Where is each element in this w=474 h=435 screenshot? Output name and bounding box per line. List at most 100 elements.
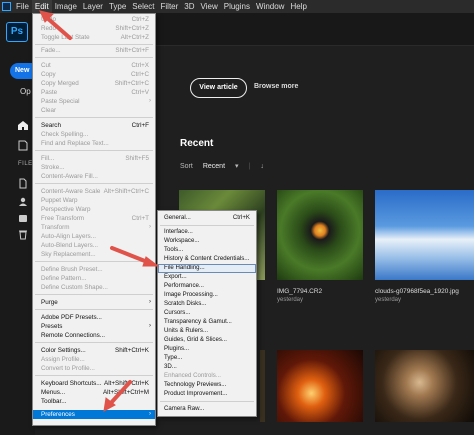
menu-item-content-aware-fill[interactable]: Content-Aware Fill...	[33, 172, 155, 181]
menu-item-auto-blend-layers[interactable]: Auto-Blend Layers...	[33, 241, 155, 250]
menu-item-convert-to-profile[interactable]: Convert to Profile...	[33, 364, 155, 373]
menu-item-fade[interactable]: Fade... Shift+Ctrl+F	[33, 46, 155, 55]
menu-separator	[35, 183, 153, 184]
menu-item-clear[interactable]: Clear	[33, 106, 155, 115]
menu-type[interactable]: Type	[106, 0, 129, 13]
menu-item-define-pattern[interactable]: Define Pattern...	[33, 274, 155, 283]
pref-item-image-processing[interactable]: Image Processing...	[158, 291, 256, 300]
pref-item-workspace[interactable]: Workspace...	[158, 237, 256, 246]
pref-item-tools[interactable]: Tools...	[158, 246, 256, 255]
recent-file-thumbnail[interactable]	[260, 350, 265, 422]
sort-dropdown[interactable]: Recent	[203, 163, 225, 170]
menu-item-menus[interactable]: Menus... Alt+Shift+Ctrl+M	[33, 388, 155, 397]
menu-item-check-spelling[interactable]: Check Spelling...	[33, 130, 155, 139]
menu-item-stroke[interactable]: Stroke...	[33, 163, 155, 172]
pref-item-units-rulers[interactable]: Units & Rulers...	[158, 327, 256, 336]
library-icon[interactable]	[17, 213, 29, 224]
menu-edit[interactable]: Edit	[31, 0, 52, 13]
menu-separator	[160, 401, 254, 402]
chevron-down-icon[interactable]: ▾	[235, 162, 239, 170]
pref-item-plugins[interactable]: Plugins...	[158, 345, 256, 354]
menu-item-keyboard-shortcuts[interactable]: Keyboard Shortcuts... Alt+Shift+Ctrl+K	[33, 379, 155, 388]
recent-file-thumbnail[interactable]	[277, 350, 363, 422]
recent-file-date: yesterday	[375, 297, 402, 303]
menu-item-preferences[interactable]: Preferences ›	[33, 410, 155, 419]
menu-item-perspective-warp[interactable]: Perspective Warp	[33, 205, 155, 214]
menu-item-transform[interactable]: Transform ›	[33, 223, 155, 232]
open-button[interactable]: Op	[20, 87, 31, 96]
menu-item-toolbar[interactable]: Toolbar...	[33, 397, 155, 406]
menu-item-undo[interactable]: Undo Ctrl+Z	[33, 15, 155, 24]
menu-item-sky-replacement[interactable]: Sky Replacement...	[33, 250, 155, 259]
recent-file-thumbnail[interactable]	[375, 350, 474, 422]
menu-item-search[interactable]: Search Ctrl+F	[33, 121, 155, 130]
pref-item-history[interactable]: History & Content Credentials...	[158, 255, 256, 264]
menu-item-fill[interactable]: Fill... Shift+F5	[33, 154, 155, 163]
menu-item-content-aware-scale[interactable]: Content-Aware Scale Alt+Shift+Ctrl+C	[33, 187, 155, 196]
pref-item-general[interactable]: General... Ctrl+K	[158, 214, 256, 223]
pref-item-3d[interactable]: 3D...	[158, 363, 256, 372]
pref-item-guides-grid[interactable]: Guides, Grid & Slices...	[158, 336, 256, 345]
files-section-label: FILE	[18, 161, 33, 167]
file-icon[interactable]	[17, 178, 29, 189]
menu-item-color-settings[interactable]: Color Settings... Shift+Ctrl+K	[33, 346, 155, 355]
people-icon[interactable]	[17, 196, 29, 207]
menu-item-define-custom-shape[interactable]: Define Custom Shape...	[33, 283, 155, 292]
pref-item-interface[interactable]: Interface...	[158, 228, 256, 237]
menu-3d[interactable]: 3D	[181, 0, 197, 13]
recent-file-date: yesterday	[277, 297, 304, 303]
pref-item-product-improvement[interactable]: Product Improvement...	[158, 390, 256, 399]
learn-icon[interactable]	[17, 140, 29, 151]
pref-item-camera-raw[interactable]: Camera Raw...	[158, 405, 256, 414]
menu-image[interactable]: Image	[52, 0, 80, 13]
menu-separator	[35, 117, 153, 118]
menu-layer[interactable]: Layer	[80, 0, 106, 13]
recent-file-thumbnail[interactable]	[375, 190, 474, 280]
menu-item-cut[interactable]: Cut Ctrl+X	[33, 61, 155, 70]
menu-item-copy-merged[interactable]: Copy Merged Shift+Ctrl+C	[33, 79, 155, 88]
menu-item-copy[interactable]: Copy Ctrl+C	[33, 70, 155, 79]
recent-file-name: IMG_7794.CR2	[277, 288, 323, 295]
menu-file[interactable]: File	[13, 0, 32, 13]
menu-separator	[35, 309, 153, 310]
menu-view[interactable]: View	[198, 0, 221, 13]
menu-item-puppet-warp[interactable]: Puppet Warp	[33, 196, 155, 205]
pref-item-type[interactable]: Type...	[158, 354, 256, 363]
menu-item-free-transform[interactable]: Free Transform Ctrl+T	[33, 214, 155, 223]
menu-item-presets[interactable]: Presets ›	[33, 322, 155, 331]
menu-item-define-brush[interactable]: Define Brush Preset...	[33, 265, 155, 274]
view-article-button[interactable]: View article	[190, 78, 247, 98]
pref-item-performance[interactable]: Performance...	[158, 282, 256, 291]
menu-plugins[interactable]: Plugins	[221, 0, 253, 13]
pref-item-export[interactable]: Export...	[158, 273, 256, 282]
menu-item-purge[interactable]: Purge ›	[33, 298, 155, 307]
menu-window[interactable]: Window	[253, 0, 287, 13]
home-icon[interactable]	[17, 120, 29, 131]
menu-item-assign-profile[interactable]: Assign Profile...	[33, 355, 155, 364]
menu-select[interactable]: Select	[129, 0, 157, 13]
menu-item-paste[interactable]: Paste Ctrl+V	[33, 88, 155, 97]
menu-item-paste-special[interactable]: Paste Special ›	[33, 97, 155, 106]
menu-item-toggle-last-state[interactable]: Toggle Last State Alt+Ctrl+Z	[33, 33, 155, 42]
pref-item-enhanced-controls[interactable]: Enhanced Controls...	[158, 372, 256, 381]
menu-separator	[35, 44, 153, 45]
pref-item-file-handling[interactable]: File Handling...	[158, 264, 256, 273]
pref-item-cursors[interactable]: Cursors...	[158, 309, 256, 318]
browse-more-link[interactable]: Browse more	[254, 83, 298, 90]
menu-filter[interactable]: Filter	[158, 0, 182, 13]
sort-direction-icon[interactable]: ↓	[260, 163, 264, 170]
menu-item-remote-connections[interactable]: Remote Connections...	[33, 331, 155, 340]
trash-icon[interactable]	[17, 229, 29, 240]
menu-bar: File Edit Image Layer Type Select Filter…	[0, 0, 474, 13]
pref-item-technology-previews[interactable]: Technology Previews...	[158, 381, 256, 390]
pref-item-scratch-disks[interactable]: Scratch Disks...	[158, 300, 256, 309]
pref-item-transparency[interactable]: Transparency & Gamut...	[158, 318, 256, 327]
recent-file-thumbnail[interactable]	[277, 190, 363, 280]
menu-help[interactable]: Help	[287, 0, 309, 13]
menu-item-adobe-pdf-presets[interactable]: Adobe PDF Presets...	[33, 313, 155, 322]
menu-item-redo[interactable]: Redo Shift+Ctrl+Z	[33, 24, 155, 33]
menu-separator	[35, 294, 153, 295]
menu-item-find-replace[interactable]: Find and Replace Text...	[33, 139, 155, 148]
recent-file-name: clouds-g07968f5ea_1920.jpg	[375, 288, 459, 295]
menu-item-auto-align-layers[interactable]: Auto-Align Layers...	[33, 232, 155, 241]
